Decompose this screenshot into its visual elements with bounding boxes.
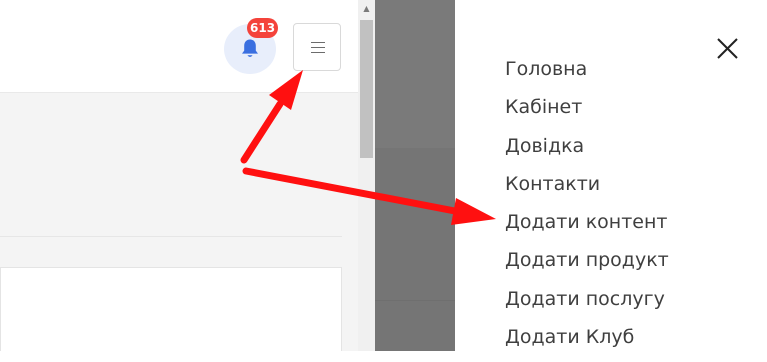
menu-item-home[interactable]: Головна — [505, 56, 669, 94]
content-card — [0, 267, 342, 351]
site-header: 613 — [0, 0, 358, 93]
overlay-divider — [375, 300, 455, 301]
section-divider — [0, 236, 342, 237]
close-menu-button[interactable] — [713, 34, 743, 64]
menu-item-add-content[interactable]: Додати контент — [505, 209, 669, 247]
menu-item-add-service[interactable]: Додати послугу — [505, 286, 669, 324]
overlay-shade — [375, 148, 455, 351]
notification-count-badge: 613 — [247, 18, 279, 38]
page-panel: 613 — [0, 0, 358, 351]
scrollbar-thumb[interactable] — [360, 20, 373, 158]
menu-item-add-product[interactable]: Додати продукт — [505, 247, 669, 285]
chevron-up-icon[interactable]: ▲ — [358, 0, 375, 17]
menu-item-cabinet[interactable]: Кабінет — [505, 94, 669, 132]
close-icon — [717, 38, 738, 59]
vertical-scrollbar[interactable]: ▲ — [358, 0, 375, 351]
menu-item-add-club[interactable]: Додати Клуб — [505, 324, 669, 362]
navigation-drawer: Головна Кабінет Довідка Контакти Додати … — [455, 0, 767, 351]
bell-icon — [242, 39, 258, 57]
navigation-menu: Головна Кабінет Довідка Контакти Додати … — [505, 56, 669, 362]
menu-item-help[interactable]: Довідка — [505, 133, 669, 171]
menu-item-contacts[interactable]: Контакти — [505, 171, 669, 209]
hamburger-menu-button[interactable] — [293, 23, 341, 71]
modal-overlay[interactable] — [375, 0, 455, 351]
hamburger-icon — [311, 42, 325, 53]
